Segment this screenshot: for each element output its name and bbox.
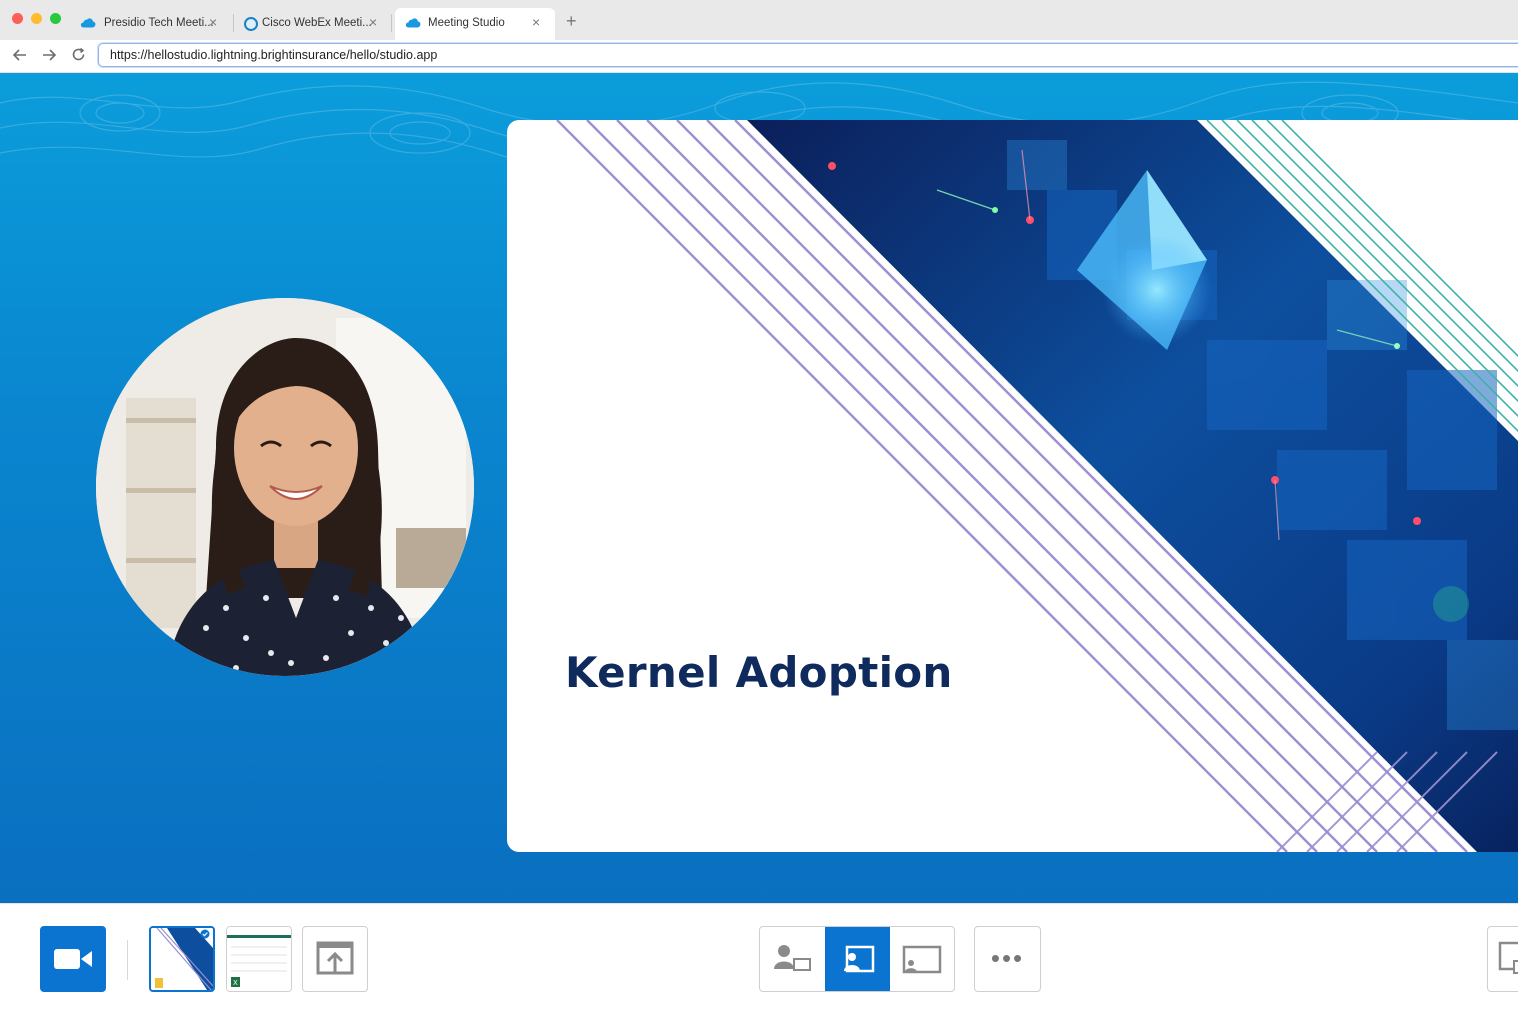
share-content-button[interactable] — [302, 926, 368, 992]
meeting-toolbar: X ••• — [0, 903, 1518, 1013]
layout-content-only-button[interactable] — [890, 927, 954, 991]
browser-tab-bar: Presidio Tech Meeti... × Cisco WebEx Mee… — [0, 0, 1518, 41]
meeting-stage: Kernel Adoption — [0, 73, 1518, 903]
presentation-slide: Kernel Adoption — [507, 120, 1518, 852]
fullscreen-window-button[interactable] — [50, 13, 61, 24]
video-camera-icon — [54, 949, 92, 969]
forward-arrow-icon[interactable] — [41, 48, 57, 62]
tab-label: Meeting Studio — [428, 17, 505, 29]
camera-toggle-button[interactable] — [40, 926, 106, 992]
ellipsis-icon: ••• — [990, 943, 1025, 973]
close-tab-icon[interactable]: × — [209, 14, 217, 30]
tab-label: Cisco WebEx Meeti... — [262, 17, 372, 29]
close-tab-icon[interactable]: × — [532, 14, 540, 30]
presenter-avatar — [96, 298, 474, 676]
slide-graphic — [556, 120, 1518, 852]
tab-divider — [391, 14, 392, 32]
more-options-button[interactable]: ••• — [974, 926, 1041, 992]
tab-divider — [233, 14, 234, 32]
webex-icon — [244, 17, 258, 31]
layout-content-inset-button[interactable] — [825, 927, 890, 991]
back-arrow-icon[interactable] — [12, 48, 28, 62]
upload-icon — [316, 941, 354, 975]
minimize-window-button[interactable] — [31, 13, 42, 24]
browser-nav-bar: https://hellostudio.lightning.brightinsu… — [0, 40, 1518, 73]
device-preview-button[interactable] — [1487, 926, 1518, 992]
close-tab-icon[interactable]: × — [369, 14, 377, 30]
screen-share-icon — [902, 945, 942, 974]
svg-text:X: X — [233, 979, 238, 987]
monitor-icon — [1498, 941, 1518, 974]
url-text: https://hellostudio.lightning.brightinsu… — [110, 48, 438, 62]
reload-icon[interactable] — [71, 47, 86, 62]
close-window-button[interactable] — [12, 13, 23, 24]
layout-presenter-content-button[interactable] — [760, 927, 825, 991]
presentation-thumbnail-icon — [151, 928, 213, 990]
presenter-photo — [96, 298, 474, 676]
new-tab-button[interactable]: + — [566, 11, 577, 32]
presenter-inset-icon — [844, 945, 875, 973]
spreadsheet-thumbnail-icon: X — [227, 927, 291, 991]
salesforce-cloud-icon — [80, 18, 96, 28]
salesforce-cloud-icon — [405, 18, 421, 28]
slide-thumbnail-spreadsheet[interactable]: X — [226, 926, 292, 992]
slide-thumbnail-presentation[interactable] — [149, 926, 215, 992]
browser-tab-meeting-studio[interactable]: Meeting Studio × — [395, 8, 555, 40]
layout-switcher — [759, 926, 955, 992]
browser-tab-webex[interactable]: Cisco WebEx Meeti... × — [236, 8, 386, 40]
presenter-side-by-side-icon — [774, 945, 811, 971]
tab-label: Presidio Tech Meeti... — [104, 17, 214, 29]
address-bar[interactable]: https://hellostudio.lightning.brightinsu… — [98, 43, 1518, 67]
toolbar-divider — [127, 940, 128, 980]
slide-title: Kernel Adoption — [565, 648, 953, 697]
browser-tab-presidio[interactable]: Presidio Tech Meeti... × — [74, 8, 226, 40]
